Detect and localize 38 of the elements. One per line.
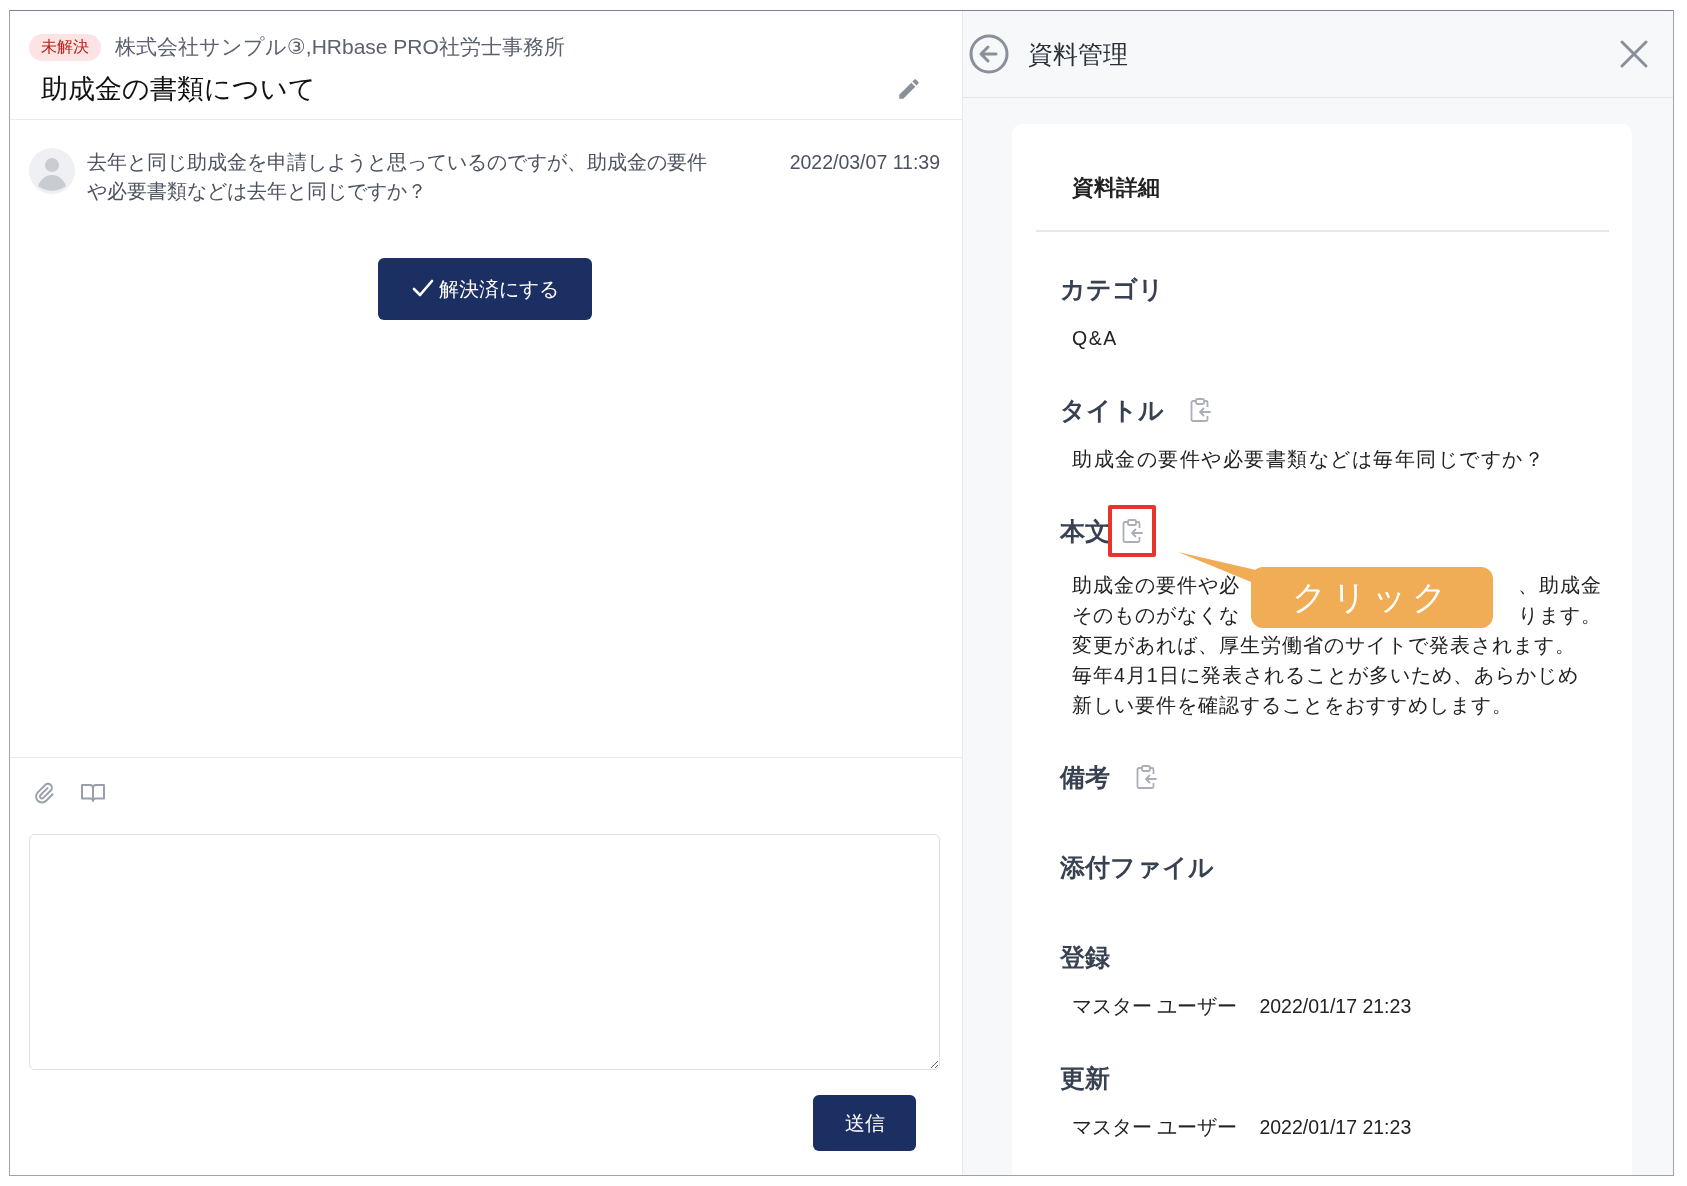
body-text-line: 、助成金 [1518,573,1602,598]
field-label: 添付ファイル [1060,852,1214,883]
card-title: 資料詳細 [1036,124,1609,232]
panel-title: 資料管理 [1028,38,1129,70]
user-name: マスター ユーザー [1072,994,1238,1019]
field-value: 助成金の要件や必要書類などは毎年同じですか？ [1071,447,1546,472]
ticket-title: 助成金の書類について [41,73,316,106]
timestamp: 2022/01/17 21:23 [1259,994,1412,1019]
close-icon[interactable] [1619,39,1649,69]
company-name: 株式会社サンプル③,HRbase PRO社労士事務所 [115,34,565,60]
field-label: タイトル [1060,395,1164,426]
back-icon[interactable] [968,33,1010,75]
body-text-line: 変更があれば、厚生労働省のサイトで発表されます。 [1072,633,1576,658]
copy-icon[interactable] [1120,518,1144,544]
send-button[interactable]: 送信 [813,1095,916,1151]
message-input[interactable] [29,834,940,1070]
status-badge: 未解決 [29,33,101,61]
copy-icon[interactable] [1188,397,1212,423]
field-label: 本文 [1060,516,1110,547]
field-label: 更新 [1060,1063,1110,1094]
message-time: 2022/03/07 11:39 [789,150,940,175]
body-text-line: 助成金の要件や必 [1072,573,1240,598]
pencil-icon[interactable] [896,76,922,102]
message-text: 去年と同じ助成金を申請しようと思っているのですが、助成金の要件や必要書類などは去年と同じですか？ [87,150,708,204]
body-text-line: 毎年4月1日に発表されることが多いため、あらかじめ [1072,663,1579,688]
field-value: Q&A [1071,326,1119,351]
body-text-line: 新しい要件を確認することをおすすめします。 [1072,693,1513,718]
resolve-button[interactable]: 解決済にする [377,258,592,320]
field-label: カテゴリ [1060,274,1164,305]
field-label: 登録 [1060,942,1110,973]
user-name: マスター ユーザー [1072,1115,1238,1140]
avatar-icon [29,148,75,194]
timestamp: 2022/01/17 21:23 [1259,1115,1412,1140]
body-text-line: そのものがなくな [1072,603,1240,628]
body-text-line: ります。 [1518,603,1602,628]
copy-icon[interactable] [1134,764,1158,790]
book-icon[interactable] [79,781,107,805]
field-label: 備考 [1060,762,1110,793]
